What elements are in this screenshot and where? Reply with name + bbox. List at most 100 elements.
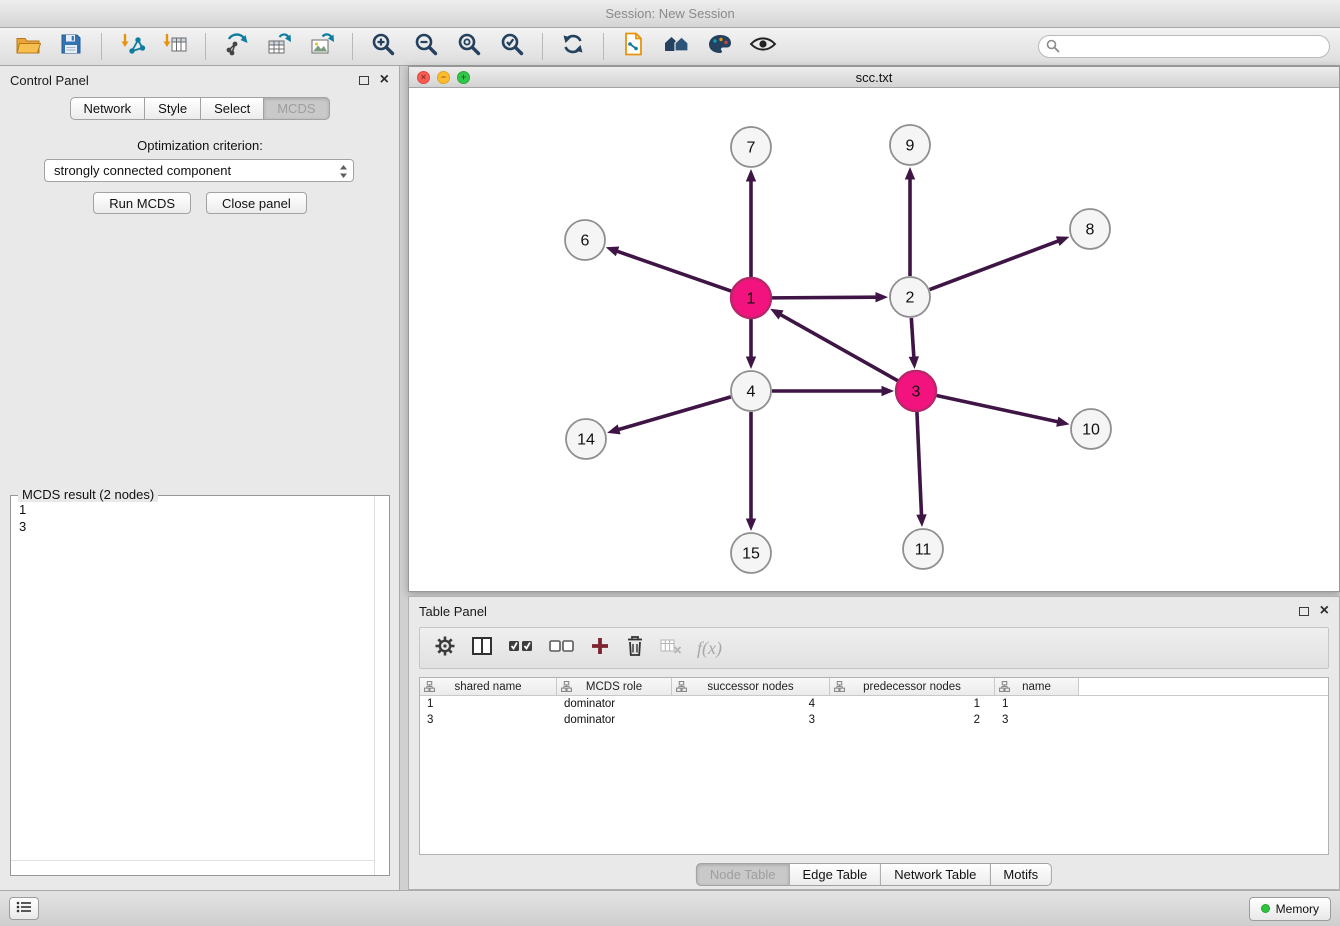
mcds-result-list[interactable]: 1 3 [10,495,390,876]
import-network-icon [119,31,146,62]
cell-shared-name: 1 [420,696,557,712]
network-node[interactable]: 6 [565,220,605,260]
network-node[interactable]: 9 [890,125,930,165]
task-history-button[interactable] [9,897,39,920]
home-button[interactable] [659,32,695,62]
tab-select[interactable]: Select [201,97,264,120]
network-edge[interactable] [607,397,731,434]
toggle-visibility-button[interactable] [745,32,781,62]
network-node[interactable]: 15 [731,533,771,573]
zoom-selected-button[interactable] [494,32,530,62]
network-node[interactable]: 7 [731,127,771,167]
network-graph[interactable]: 7 9 6 8 1 2 4 3 14 10 15 11 [409,88,1339,591]
close-panel-icon[interactable]: × [380,74,389,86]
close-panel-button[interactable]: Close panel [206,192,307,214]
zoom-fit-button[interactable] [451,32,487,62]
network-node-label: 9 [906,138,915,155]
open-file-button[interactable] [10,32,46,62]
result-node: 3 [19,518,381,535]
network-node-label: 10 [1082,422,1100,439]
column-header-name[interactable]: name [995,678,1079,696]
add-column-button[interactable] [590,636,610,661]
network-edge[interactable] [905,167,915,276]
export-image-button[interactable] [304,32,340,62]
show-columns-button[interactable] [471,636,493,661]
function-builder-button[interactable]: f(x) [697,638,722,659]
import-network-button[interactable] [114,32,150,62]
network-window-titlebar[interactable]: × − + scc.txt [409,67,1339,88]
table-row[interactable]: 3 dominator 3 2 3 [420,712,1328,728]
maximize-window-button[interactable]: + [457,71,470,84]
deselect-all-button[interactable] [549,638,575,659]
list-icon [16,900,32,918]
select-all-button[interactable] [508,638,534,659]
style-button[interactable] [702,32,738,62]
tab-motifs[interactable]: Motifs [990,863,1052,886]
delete-column-button[interactable] [625,635,645,662]
export-table-button[interactable] [261,32,297,62]
close-panel-icon[interactable]: × [1320,605,1329,617]
export-network-button[interactable] [218,32,254,62]
control-panel: Control Panel × Network Style Select MCD… [0,66,400,890]
column-header-mcds-role[interactable]: MCDS role [557,678,672,696]
network-edge[interactable] [916,412,926,527]
network-edge[interactable] [937,395,1070,426]
import-table-button[interactable] [157,32,193,62]
tab-network-table[interactable]: Network Table [881,863,990,886]
network-node[interactable]: 1 [731,278,771,318]
network-edge[interactable] [746,412,756,531]
tab-network[interactable]: Network [69,97,145,120]
zoom-in-button[interactable] [365,32,401,62]
network-node-label: 2 [906,290,915,307]
search-input[interactable] [1038,35,1330,58]
network-edge[interactable] [772,292,888,302]
network-canvas[interactable]: 7 9 6 8 1 2 4 3 14 10 15 11 [409,88,1339,591]
memory-button[interactable]: Memory [1249,897,1331,921]
run-mcds-button[interactable]: Run MCDS [93,192,191,214]
status-bar: Memory [0,890,1340,926]
column-header-successor-nodes[interactable]: successor nodes [672,678,830,696]
tab-edge-table[interactable]: Edge Table [789,863,881,886]
network-edge[interactable] [746,169,756,277]
table-row[interactable]: 1 dominator 4 1 1 [420,696,1328,712]
network-edge[interactable] [606,246,731,291]
column-header-shared-name[interactable]: shared name [420,678,557,696]
document-network-icon [621,31,647,62]
export-network-icon [223,31,249,62]
zoom-out-button[interactable] [408,32,444,62]
window-titlebar: Session: New Session [0,0,1340,28]
network-node-label: 3 [912,384,921,401]
close-window-button[interactable]: × [417,71,430,84]
network-edge[interactable] [770,309,898,381]
column-header-predecessor-nodes[interactable]: predecessor nodes [830,678,995,696]
network-node[interactable]: 14 [566,419,606,459]
apply-layout-button[interactable] [555,32,591,62]
network-node[interactable]: 11 [903,529,943,569]
save-session-button[interactable] [53,32,89,62]
cell-mcds-role: dominator [557,696,672,712]
minimize-window-button[interactable]: − [437,71,450,84]
table-settings-button[interactable] [434,635,456,662]
network-node[interactable]: 10 [1071,409,1111,449]
network-node[interactable]: 3 [896,371,936,411]
network-edge[interactable] [772,386,894,396]
network-node[interactable]: 2 [890,277,930,317]
tab-node-table[interactable]: Node Table [696,863,790,886]
tab-style[interactable]: Style [145,97,201,120]
network-node[interactable]: 8 [1070,209,1110,249]
float-panel-icon[interactable] [359,76,369,85]
tab-mcds[interactable]: MCDS [264,97,329,120]
criterion-value: strongly connected component [54,163,231,178]
table-panel-title: Table Panel [419,604,487,619]
network-node[interactable]: 4 [731,371,771,411]
delete-table-button[interactable] [660,637,682,660]
scrollbar-track-vertical[interactable] [374,496,375,875]
network-edge[interactable] [746,319,756,369]
network-edge[interactable] [909,318,919,369]
float-panel-icon[interactable] [1299,607,1309,616]
scrollbar-track-horizontal[interactable] [11,860,374,861]
clone-network-button[interactable] [616,32,652,62]
save-icon [59,32,83,61]
optimization-criterion-select[interactable]: strongly connected component [44,159,354,182]
network-edge[interactable] [930,236,1070,289]
